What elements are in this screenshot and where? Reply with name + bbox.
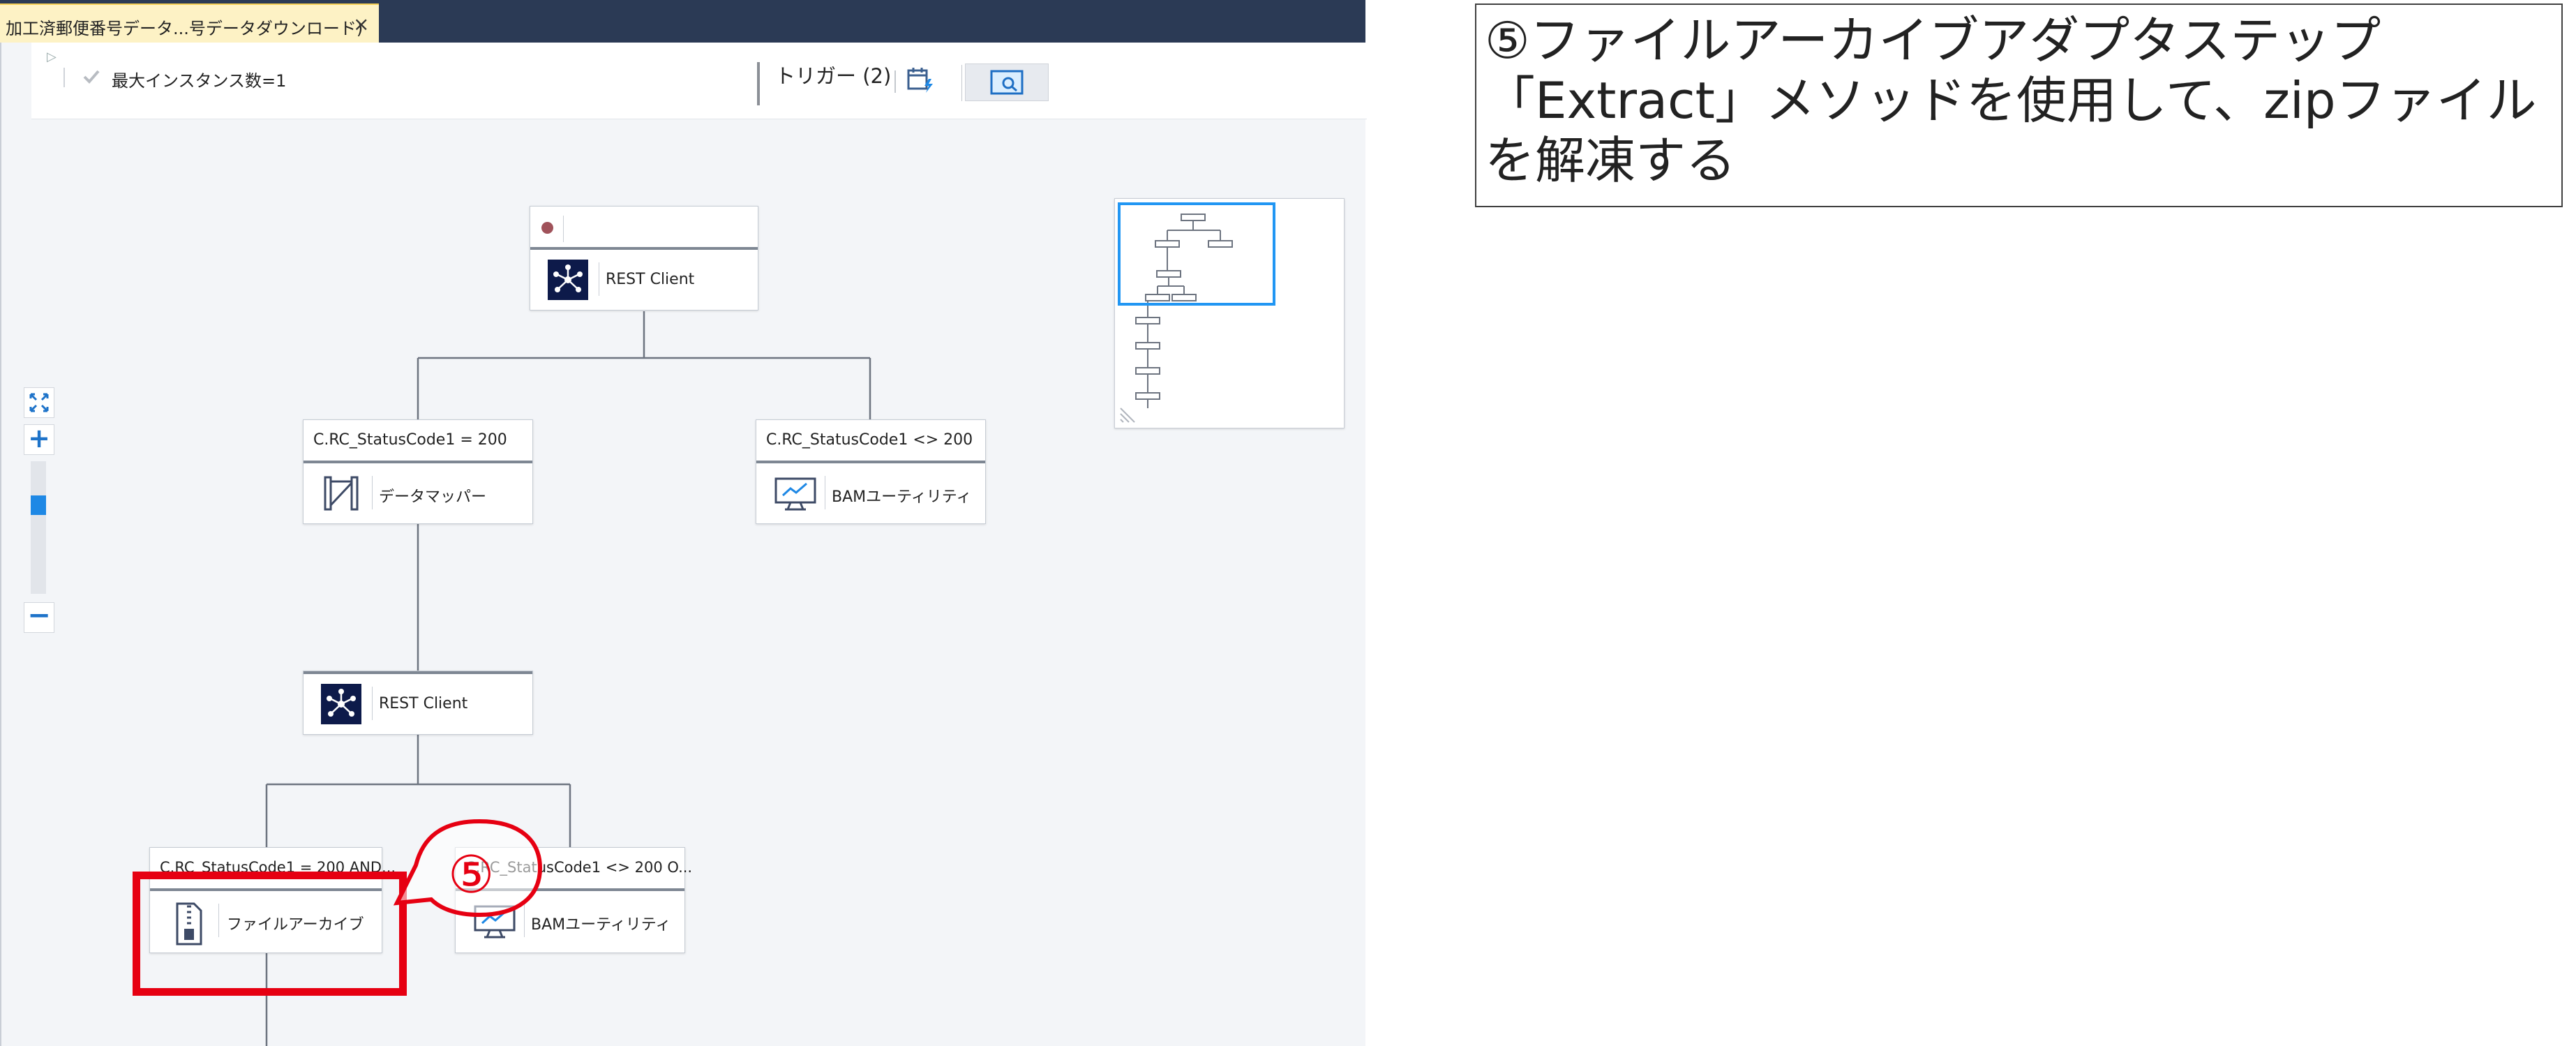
node-label: BAMユーティリティ — [531, 916, 671, 934]
network-icon — [548, 260, 588, 300]
annotation-line-2: 「Extract」メソッドを使用して、zipファイル — [1485, 71, 2537, 130]
flow-node-bam-utility[interactable]: C.RC_StatusCode1 <> 200 BAMユーティリティ — [756, 419, 986, 524]
node-header — [530, 207, 758, 250]
monitor-chart-icon — [774, 477, 816, 511]
annotation-line-3: を解凍する — [1485, 131, 1737, 190]
node-label: REST Client — [606, 271, 695, 288]
node-divider — [372, 687, 373, 720]
document-tab-strip: 加工済郵便番号データ...号データダウンロード) × — [0, 0, 1365, 43]
node-label: データマッパー — [379, 488, 487, 506]
node-body: BAMユーティリティ — [756, 463, 985, 523]
node-condition: C.RC_StatusCode1 = 200 — [313, 431, 507, 449]
document-tab[interactable]: 加工済郵便番号データ...号データダウンロード) × — [0, 3, 379, 43]
node-body: REST Client — [530, 250, 758, 310]
screenshot: 加工済郵便番号データ...号データダウンロード) × ▷ 最大インスタンス数=1… — [0, 0, 2576, 1046]
node-condition: C.RC_StatusCode1 <> 200 — [766, 431, 973, 449]
node-label: BAMユーティリティ — [832, 488, 972, 506]
node-header: C.RC_StatusCode1 = 200 — [304, 420, 532, 463]
close-icon[interactable]: × — [353, 13, 369, 36]
annotation-line-1: ⑤ファイルアーカイブアダプタステップ — [1485, 11, 2381, 70]
flow-designer-canvas[interactable]: ▷ 最大インスタンス数=1 トリガー (2) + − REST Client C… — [0, 43, 1367, 1046]
node-divider — [524, 904, 525, 937]
node-divider — [372, 476, 373, 509]
flow-node-data-mapper[interactable]: C.RC_StatusCode1 = 200 データマッパー — [303, 419, 533, 524]
node-condition: C.RC_StatusCode1 <> 200 O... — [465, 859, 693, 876]
node-header: C.RC_StatusCode1 <> 200 — [756, 420, 985, 463]
highlight-rectangle — [133, 872, 407, 996]
node-body: データマッパー — [304, 463, 532, 523]
flow-node-rest-client-2[interactable]: REST Client — [303, 671, 533, 735]
data-mapper-icon — [324, 476, 359, 511]
callout-number: ⑤ — [448, 845, 495, 905]
annotation-box: ⑤ファイルアーカイブアダプタステップ 「Extract」メソッドを使用して、zi… — [1475, 3, 2563, 207]
monitor-chart-icon — [474, 905, 516, 939]
network-icon — [321, 684, 361, 724]
node-body: REST Client — [304, 671, 532, 734]
start-marker-icon — [541, 222, 553, 234]
header-divider — [563, 216, 564, 242]
node-label: REST Client — [379, 695, 468, 712]
document-tab-title: 加工済郵便番号データ...号データダウンロード) — [6, 19, 364, 38]
flow-node-rest-client[interactable]: REST Client — [530, 206, 758, 311]
